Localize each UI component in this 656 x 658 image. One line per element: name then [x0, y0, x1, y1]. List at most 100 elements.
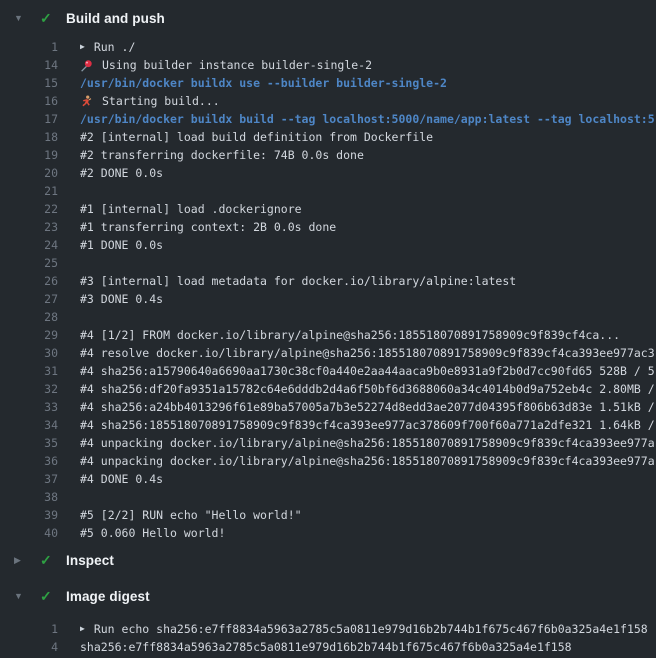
- line-text-content: #4 sha256:185518070891758909c9f839cf4ca3…: [80, 418, 655, 432]
- line-number[interactable]: 1: [0, 622, 58, 636]
- section-body-image-digest: 1 ▶ Run echo sha256:e7ff8834a5963a2785c5a0…: [0, 614, 656, 656]
- line-number[interactable]: 30: [0, 346, 58, 360]
- line-text: #4 unpacking docker.io/library/alpine@sh…: [80, 436, 655, 450]
- line-text: #2 DONE 0.0s: [80, 166, 163, 180]
- section-header-image-digest[interactable]: ▼ ✓ Image digest: [0, 578, 656, 614]
- chevron-down-icon[interactable]: ▼: [14, 14, 26, 23]
- expand-arrow-icon[interactable]: ▶: [80, 43, 85, 51]
- line-number[interactable]: 27: [0, 292, 58, 306]
- line-number[interactable]: 33: [0, 400, 58, 414]
- log-line: 40 #5 0.060 Hello world!: [0, 524, 656, 542]
- line-text-content: #5 [2/2] RUN echo "Hello world!": [80, 508, 302, 522]
- line-number[interactable]: 4: [0, 640, 58, 654]
- line-text-content: #4 DONE 0.4s: [80, 472, 163, 486]
- line-number[interactable]: 19: [0, 148, 58, 162]
- line-text: #3 [internal] load metadata for docker.i…: [80, 274, 516, 288]
- line-number[interactable]: 29: [0, 328, 58, 342]
- line-text: /usr/bin/docker buildx build --tag local…: [80, 112, 655, 126]
- log-line: 17/usr/bin/docker buildx build --tag loc…: [0, 110, 656, 128]
- log-line: 31 #4 sha256:a15790640a6690aa1730c38cf0a4…: [0, 362, 656, 380]
- line-number[interactable]: 25: [0, 256, 58, 270]
- log-line: 21: [0, 182, 656, 200]
- line-number[interactable]: 31: [0, 364, 58, 378]
- chevron-right-icon[interactable]: ▶: [14, 556, 26, 565]
- log-line: 38: [0, 488, 656, 506]
- line-number[interactable]: 39: [0, 508, 58, 522]
- line-text: #4 sha256:185518070891758909c9f839cf4ca3…: [80, 418, 655, 432]
- line-text: #1 DONE 0.0s: [80, 238, 163, 252]
- line-number[interactable]: 16: [0, 94, 58, 108]
- line-number[interactable]: 15: [0, 76, 58, 90]
- line-number[interactable]: 38: [0, 490, 58, 504]
- line-text-content: #4 sha256:df20fa9351a15782c64e6dddb2d4a6…: [80, 382, 655, 396]
- section-title: Image digest: [66, 589, 150, 604]
- line-text: #5 [2/2] RUN echo "Hello world!": [80, 508, 302, 522]
- expand-arrow-icon[interactable]: ▶: [80, 625, 85, 633]
- line-number[interactable]: 21: [0, 184, 58, 198]
- line-number[interactable]: 36: [0, 454, 58, 468]
- runner-icon: [80, 94, 94, 108]
- line-text-content: #3 DONE 0.4s: [80, 292, 163, 306]
- line-text: #4 DONE 0.4s: [80, 472, 163, 486]
- line-number[interactable]: 14: [0, 58, 58, 72]
- line-text: #4 [1/2] FROM docker.io/library/alpine@s…: [80, 328, 620, 342]
- line-text-content: sha256:e7ff8834a5963a2785c5a0811e979d16b…: [80, 640, 572, 654]
- line-text-content: #1 [internal] load .dockerignore: [80, 202, 302, 216]
- log-line: 18 #2 [internal] load build definition fr…: [0, 128, 656, 146]
- log-line: 1 ▶ Run echo sha256:e7ff8834a5963a2785c5a0…: [0, 620, 656, 638]
- line-text: ▶ Run echo sha256:e7ff8834a5963a2785c5a08…: [80, 622, 648, 636]
- line-number[interactable]: 32: [0, 382, 58, 396]
- line-text: #1 transferring context: 2B 0.0s done: [80, 220, 336, 234]
- line-text: #4 sha256:a24bb4013296f61e89ba57005a7b3e…: [80, 400, 655, 414]
- check-icon: ✓: [40, 553, 56, 567]
- line-text-content: Using builder instance builder-single-2: [102, 58, 372, 72]
- line-number[interactable]: 35: [0, 436, 58, 450]
- log-line: 33 #4 sha256:a24bb4013296f61e89ba57005a7b…: [0, 398, 656, 416]
- line-text-content: /usr/bin/docker buildx use --builder bui…: [80, 76, 447, 90]
- line-text-content: Run ./: [94, 40, 136, 54]
- log-line: 4 sha256:e7ff8834a5963a2785c5a0811e979d16…: [0, 638, 656, 656]
- log-line: 34 #4 sha256:185518070891758909c9f839cf4c…: [0, 416, 656, 434]
- line-text: #2 transferring dockerfile: 74B 0.0s don…: [80, 148, 364, 162]
- log-line: 27 #3 DONE 0.4s: [0, 290, 656, 308]
- line-number[interactable]: 40: [0, 526, 58, 540]
- section-image-digest: ▼ ✓ Image digest 1 ▶ Run echo sha256:e7ff8…: [0, 578, 656, 656]
- line-text: #2 [internal] load build definition from…: [80, 130, 433, 144]
- line-number[interactable]: 22: [0, 202, 58, 216]
- line-text-content: #4 unpacking docker.io/library/alpine@sh…: [80, 436, 655, 450]
- log-line: 32 #4 sha256:df20fa9351a15782c64e6dddb2d4…: [0, 380, 656, 398]
- line-text: #5 0.060 Hello world!: [80, 526, 225, 540]
- chevron-down-icon[interactable]: ▼: [14, 592, 26, 601]
- line-number[interactable]: 18: [0, 130, 58, 144]
- log-line: 36#4 unpacking docker.io/library/alpine@…: [0, 452, 656, 470]
- line-number[interactable]: 23: [0, 220, 58, 234]
- line-text: Using builder instance builder-single-2: [80, 58, 372, 72]
- line-text-content: #2 transferring dockerfile: 74B 0.0s don…: [80, 148, 364, 162]
- line-number[interactable]: 34: [0, 418, 58, 432]
- line-text: #4 resolve docker.io/library/alpine@sha2…: [80, 346, 655, 360]
- line-text-content: #4 [1/2] FROM docker.io/library/alpine@s…: [80, 328, 620, 342]
- log-line: 19 #2 transferring dockerfile: 74B 0.0s d…: [0, 146, 656, 164]
- section-header-build-and-push[interactable]: ▼ ✓ Build and push: [0, 0, 656, 36]
- log-line: 30 #4 resolve docker.io/library/alpine@sh…: [0, 344, 656, 362]
- line-text-content: /usr/bin/docker buildx build --tag local…: [80, 112, 655, 126]
- line-number[interactable]: 24: [0, 238, 58, 252]
- line-number[interactable]: 1: [0, 40, 58, 54]
- line-text-content: #1 DONE 0.0s: [80, 238, 163, 252]
- line-number[interactable]: 37: [0, 472, 58, 486]
- line-text-content: #3 [internal] load metadata for docker.i…: [80, 274, 516, 288]
- log-line: 35 #4 unpacking docker.io/library/alpine@…: [0, 434, 656, 452]
- section-body-build-and-push: 1 ▶ Run ./ 14 Using builder instance builder…: [0, 36, 656, 542]
- log-line: 25: [0, 254, 656, 272]
- log-line: 22 #1 [internal] load .dockerignore: [0, 200, 656, 218]
- section-header-inspect[interactable]: ▶ ✓ Inspect: [0, 542, 656, 578]
- line-text-content: #5 0.060 Hello world!: [80, 526, 225, 540]
- line-number[interactable]: 28: [0, 310, 58, 324]
- line-number[interactable]: 26: [0, 274, 58, 288]
- line-text-content: Run echo sha256:e7ff8834a5963a2785c5a081…: [94, 622, 648, 636]
- line-text: #4 sha256:a15790640a6690aa1730c38cf0a440…: [80, 364, 655, 378]
- line-number[interactable]: 17: [0, 112, 58, 126]
- line-text-content: #4 sha256:a15790640a6690aa1730c38cf0a440…: [80, 364, 655, 378]
- log-line: 39 #5 [2/2] RUN echo "Hello world!": [0, 506, 656, 524]
- line-number[interactable]: 20: [0, 166, 58, 180]
